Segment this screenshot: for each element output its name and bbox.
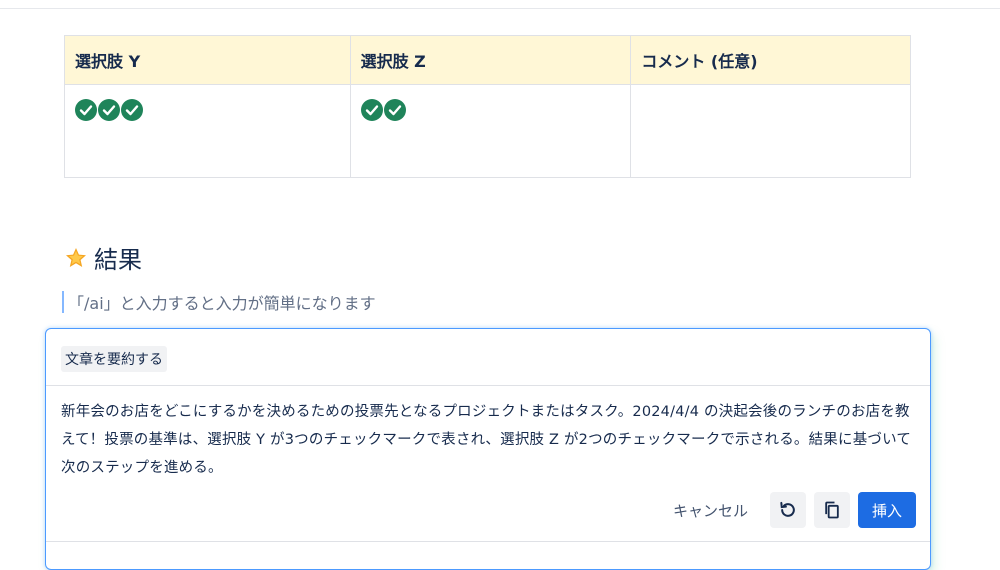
divider-bottom — [46, 541, 930, 542]
check-group-y — [75, 99, 340, 121]
retry-button[interactable] — [770, 492, 806, 528]
check-icon — [360, 99, 383, 121]
copy-button[interactable] — [814, 492, 850, 528]
editor-line[interactable]: 「/ai」と入力すると入力が簡単になります — [62, 290, 376, 314]
check-icon — [121, 99, 143, 121]
cell-option-y[interactable] — [64, 84, 351, 178]
result-heading: 結果 — [64, 240, 142, 275]
ai-prompt-chip[interactable]: 文章を要約する — [61, 346, 167, 372]
ai-result-text: 新年会のお店をどこにするかを決めるための投票先となるプロジェクトまたはタスク。2… — [61, 404, 912, 476]
ai-actions: キャンセル 挿入 — [673, 492, 916, 528]
check-group-z — [360, 99, 621, 121]
divider — [46, 385, 930, 386]
table-header-row: 選択肢 Y 選択肢 Z コメント (任意) — [64, 35, 911, 85]
header-option-z: 選択肢 Z — [349, 35, 632, 85]
text-cursor — [62, 291, 64, 313]
cancel-button[interactable]: キャンセル — [673, 500, 748, 521]
page-section-title: 結果 — [94, 246, 142, 274]
cell-comment[interactable] — [630, 84, 911, 178]
header-comment: コメント (任意) — [630, 35, 911, 85]
vote-table: 選択肢 Y 選択肢 Z コメント (任意) — [64, 35, 911, 178]
top-border — [0, 0, 1000, 9]
cell-option-z[interactable] — [349, 84, 632, 178]
copy-icon — [825, 501, 839, 519]
retry-icon — [780, 501, 795, 517]
check-icon — [98, 99, 120, 121]
check-icon — [75, 99, 97, 121]
ai-panel: 文章を要約する 新年会のお店をどこにするかを決めるための投票先となるプロジェクト… — [45, 328, 931, 570]
insert-button[interactable]: 挿入 — [858, 492, 916, 528]
star-icon — [66, 247, 86, 267]
header-option-y: 選択肢 Y — [64, 35, 351, 85]
editor-placeholder: 「/ai」と入力すると入力が簡単になります — [68, 294, 376, 313]
check-icon — [383, 99, 406, 121]
table-row — [64, 84, 911, 178]
